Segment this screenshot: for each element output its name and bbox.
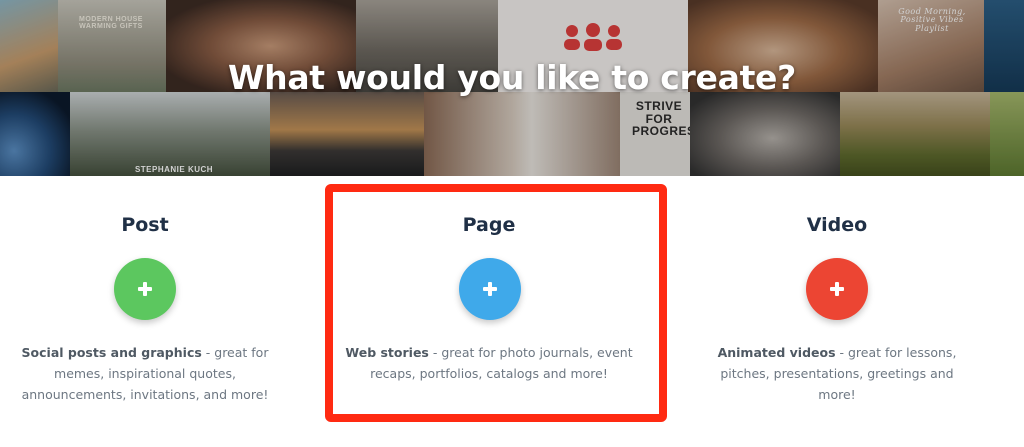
- highlight-box: [325, 184, 667, 422]
- option-post-title: Post: [121, 214, 169, 236]
- option-video-desc-bold: Animated videos: [717, 345, 836, 360]
- create-post-button[interactable]: [114, 258, 176, 320]
- option-post: Post Social posts and graphics - great f…: [0, 176, 290, 447]
- page-title: What would you like to create?: [228, 58, 796, 97]
- create-video-button[interactable]: [806, 258, 868, 320]
- option-video-description: Animated videos - great for lessons, pit…: [707, 342, 967, 405]
- option-post-desc-bold: Social posts and graphics: [21, 345, 202, 360]
- option-video: Video Animated videos - great for lesson…: [707, 176, 967, 447]
- option-post-description: Social posts and graphics - great for me…: [0, 342, 290, 405]
- hero-banner: MODERN HOUSE WARMING GIFTS Good Morning,…: [0, 0, 1024, 176]
- option-video-title: Video: [806, 214, 868, 236]
